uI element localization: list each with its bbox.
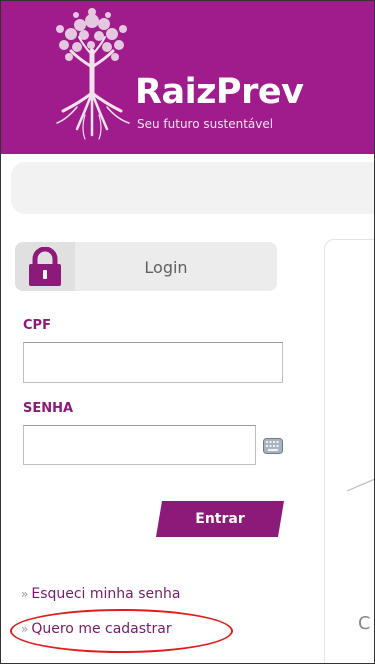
- decorative-line: [346, 478, 374, 492]
- content-partial-text: C: [358, 613, 371, 634]
- forgot-password-label: Esqueci minha senha: [31, 586, 181, 602]
- cpf-label: CPF: [23, 318, 51, 333]
- arrow-icon: »: [21, 587, 29, 601]
- site-header: RaizPrev Seu futuro sustentável: [1, 1, 374, 154]
- login-title: Login: [144, 258, 188, 277]
- page-frame: RaizPrev Seu futuro sustentável Login CP…: [0, 0, 375, 664]
- entrar-button[interactable]: Entrar: [156, 501, 284, 537]
- brand-tagline: Seu futuro sustentável: [137, 117, 274, 131]
- brand-name: RaizPrev: [135, 72, 304, 112]
- tree-logo-icon: [56, 8, 130, 140]
- keyboard-icon[interactable]: [263, 438, 283, 454]
- lock-icon: [29, 247, 61, 286]
- senha-input[interactable]: [23, 425, 256, 465]
- navigation-bar: [11, 162, 374, 214]
- forgot-password-link[interactable]: » Esqueci minha senha: [21, 586, 180, 602]
- cpf-input[interactable]: [23, 342, 283, 383]
- content-panel: [324, 239, 374, 663]
- highlight-annotation: [10, 609, 233, 653]
- senha-label: SENHA: [23, 401, 74, 416]
